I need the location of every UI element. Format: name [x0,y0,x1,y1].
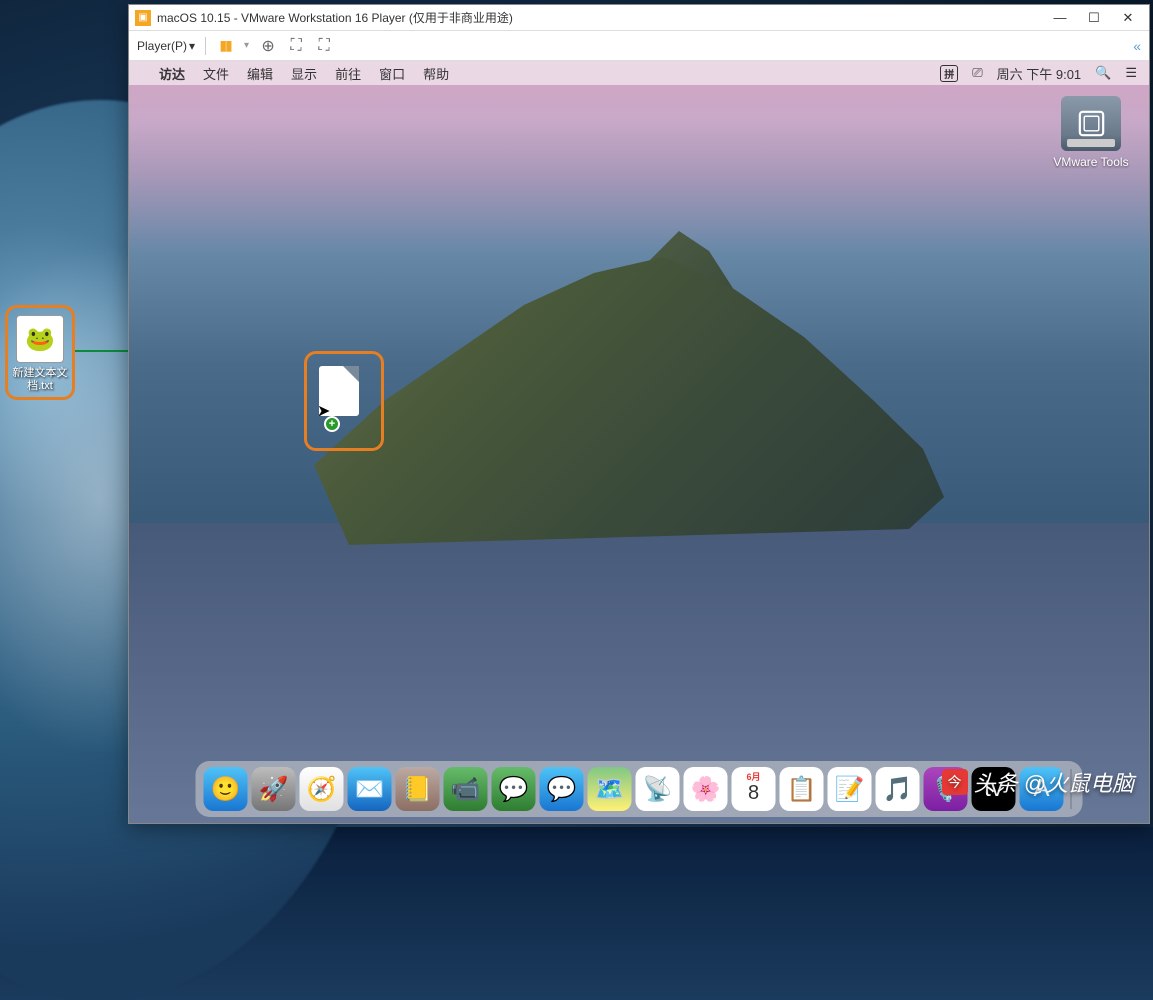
chevron-down-icon: ▾ [189,39,195,53]
annotation-highlight-source [5,305,75,400]
vmware-window: ▣ macOS 10.15 - VMware Workstation 16 Pl… [128,4,1150,824]
menu-edit[interactable]: 编辑 [247,64,273,83]
airplay-icon[interactable]: ⎚ [972,65,982,81]
dock-photos[interactable]: 🌸 [684,767,728,811]
minimize-button[interactable]: — [1045,8,1075,28]
datetime[interactable]: 周六 下午 9:01 [997,64,1082,83]
disk-icon [1061,96,1121,151]
menu-view[interactable]: 显示 [291,64,317,83]
spotlight-icon[interactable]: 🔍 [1095,65,1111,81]
collapse-toolbar-button[interactable]: « [1133,38,1141,54]
pause-button[interactable]: ▮▮ [216,37,234,55]
player-menu-button[interactable]: Player(P) ▾ [137,39,195,53]
menu-file[interactable]: 文件 [203,64,229,83]
dock-facetime[interactable]: 📹 [444,767,488,811]
dock-launchpad[interactable]: 🚀 [252,767,296,811]
window-titlebar[interactable]: ▣ macOS 10.15 - VMware Workstation 16 Pl… [129,5,1149,31]
unity-button[interactable]: ⛶ [287,37,305,55]
send-ctrl-alt-del-button[interactable]: ⊕ [259,37,277,55]
app-menu[interactable]: 访达 [159,64,185,83]
dock-reminders[interactable]: 📋 [780,767,824,811]
notification-center-icon[interactable]: ☰ [1125,65,1137,81]
separator [205,37,206,55]
dock-safari[interactable]: 🧭 [300,767,344,811]
chevron-down-icon[interactable]: ▾ [244,40,249,51]
macos-menubar: 访达 文件 编辑 显示 前往 窗口 帮助 拼 ⎚ 周六 下午 9:01 🔍 ☰ [129,61,1149,85]
dock-findmy[interactable]: 📡 [636,767,680,811]
dock-contacts[interactable]: 📒 [396,767,440,811]
input-method-icon[interactable]: 拼 [940,65,958,82]
menu-window[interactable]: 窗口 [379,64,405,83]
dock-maps[interactable]: 🗺️ [588,767,632,811]
dock-calendar[interactable]: 6月 8 [732,767,776,811]
copy-badge-icon: + [324,416,340,432]
guest-vm-screen[interactable]: 访达 文件 编辑 显示 前往 窗口 帮助 拼 ⎚ 周六 下午 9:01 🔍 ☰ … [129,61,1149,823]
fullscreen-button[interactable]: ⛶ [315,37,333,55]
menu-go[interactable]: 前往 [335,64,361,83]
watermark: 今 头条 @火鼠电脑 [942,766,1134,798]
dock-music[interactable]: 🎵 [876,767,920,811]
vmware-tools-disk[interactable]: VMware Tools [1051,96,1131,169]
menu-help[interactable]: 帮助 [423,64,449,83]
vmware-icon: ▣ [135,10,151,26]
vmware-toolbar: Player(P) ▾ ▮▮ ▾ ⊕ ⛶ ⛶ « [129,31,1149,61]
dock-mail[interactable]: ✉️ [348,767,392,811]
window-title: macOS 10.15 - VMware Workstation 16 Play… [157,9,1045,26]
dock-finder[interactable]: 🙂 [204,767,248,811]
dock-imessage[interactable]: 💬 [540,767,584,811]
toutiao-logo-icon: 今 [942,769,968,795]
maximize-button[interactable]: ☐ [1079,8,1109,28]
close-button[interactable]: ✕ [1113,8,1143,28]
dock-messages[interactable]: 💬 [492,767,536,811]
macos-wallpaper [129,61,1149,823]
disk-label: VMware Tools [1051,155,1131,169]
dock-notes[interactable]: 📝 [828,767,872,811]
